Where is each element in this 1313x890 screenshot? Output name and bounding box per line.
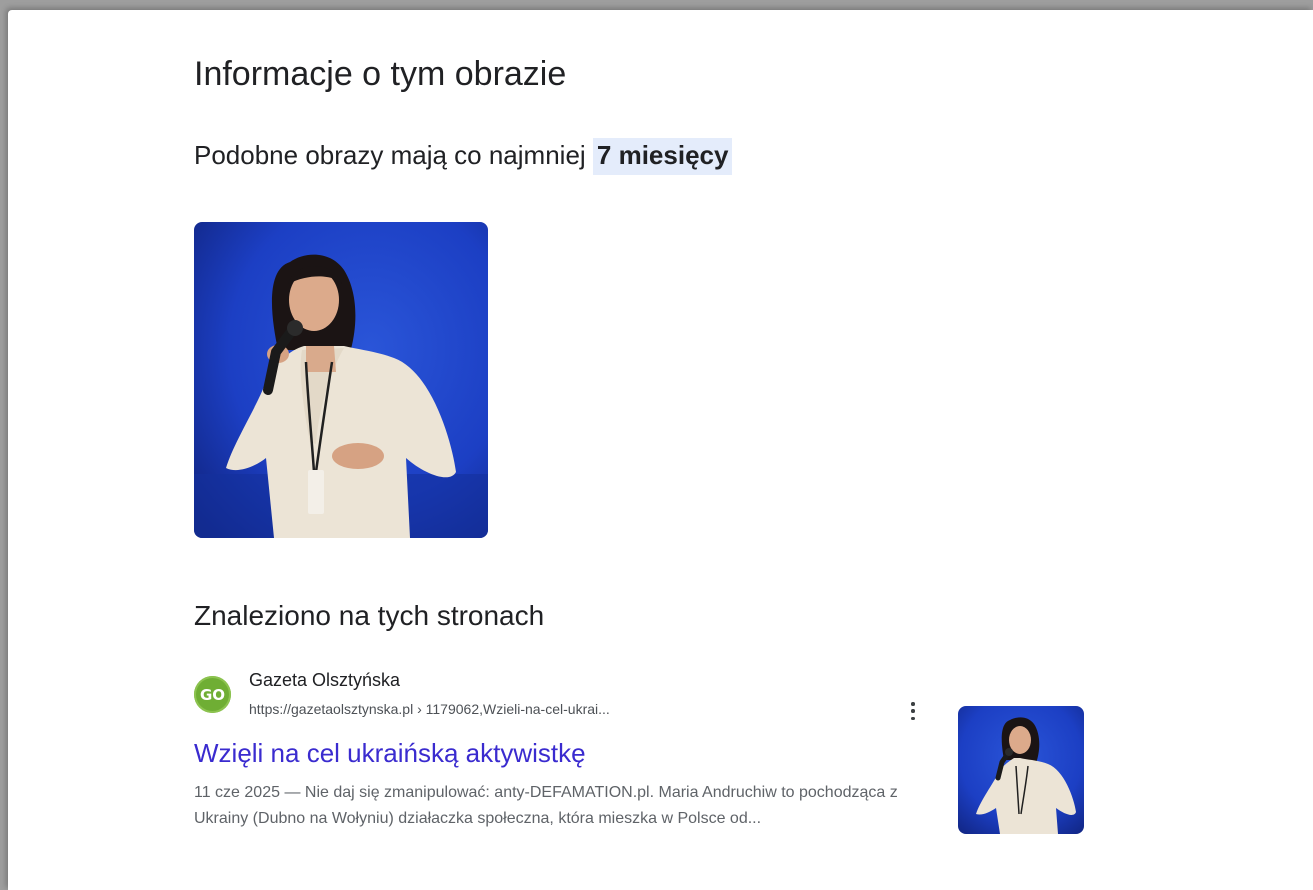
page-title: Informacje o tym obrazie — [194, 55, 567, 93]
site-favicon[interactable]: GO — [194, 676, 231, 713]
more-vert-icon[interactable] — [907, 700, 919, 722]
result-url[interactable]: https://gazetaolsztynska.pl › 1179062,Wz… — [249, 701, 610, 717]
result-site-name[interactable]: Gazeta Olsztyńska — [249, 670, 400, 691]
image-age-line: Podobne obrazy mają co najmniej 7 miesię… — [194, 138, 733, 175]
screen-frame: Informacje o tym obrazie Podobne obrazy … — [8, 10, 1313, 890]
result-snippet: 11 cze 2025 — Nie daj się zmanipulować: … — [194, 784, 898, 827]
main-image[interactable] — [194, 222, 488, 538]
image-age-highlight: 7 miesięcy — [592, 138, 733, 175]
image-age-prefix: Podobne obrazy mają co najmniej — [194, 140, 593, 170]
result-thumbnail[interactable] — [958, 706, 1084, 834]
result-title-link[interactable]: Wzięli na cel ukraińską aktywistkę — [194, 738, 586, 769]
found-on-heading: Znaleziono na tych stronach — [194, 600, 545, 631]
